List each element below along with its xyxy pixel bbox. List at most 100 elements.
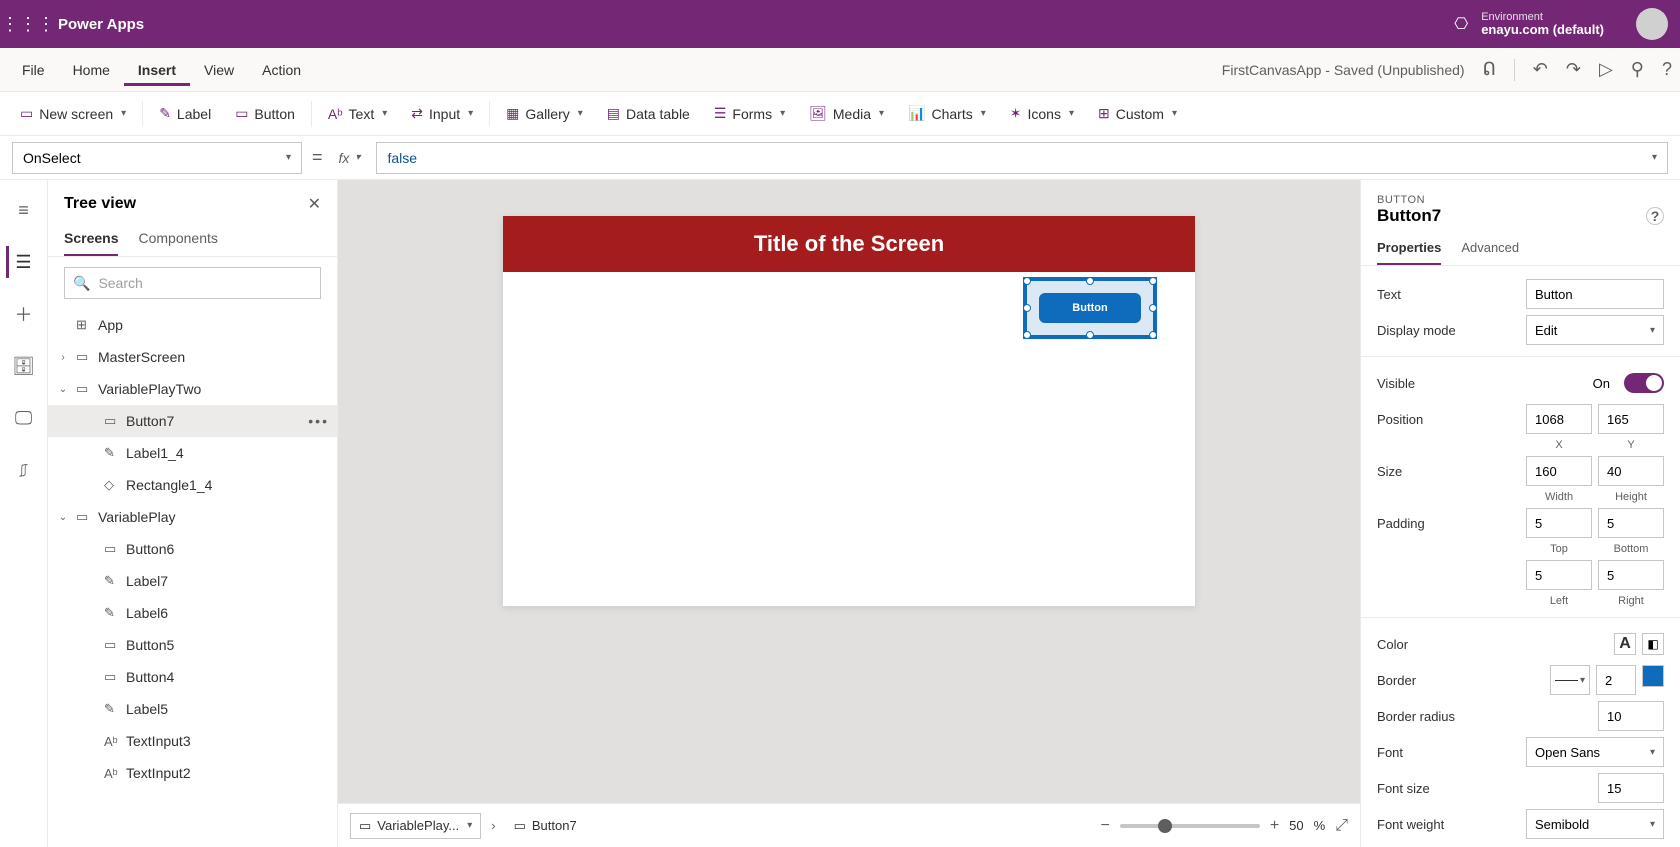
- breadcrumb-control[interactable]: ▭Button7: [506, 814, 585, 838]
- fit-screen-icon[interactable]: ⤢: [1335, 817, 1348, 835]
- tools-icon[interactable]: ⎎: [8, 454, 40, 486]
- prop-label-color: Color: [1377, 637, 1606, 652]
- property-selector[interactable]: OnSelect▾: [12, 142, 302, 174]
- insert-gallery-button[interactable]: ▦Gallery▾: [494, 99, 595, 128]
- prop-border-style[interactable]: ▾: [1550, 665, 1590, 695]
- prop-pad-top-input[interactable]: 5: [1526, 508, 1592, 538]
- menu-home[interactable]: Home: [59, 54, 124, 86]
- prop-pos-x-input[interactable]: 1068: [1526, 404, 1592, 434]
- resize-handle[interactable]: [1023, 331, 1031, 339]
- tree-item[interactable]: ›▭MasterScreen: [48, 341, 337, 373]
- insert-custom-button[interactable]: ⊞Custom▾: [1086, 99, 1189, 128]
- tree-item-label: Button5: [126, 637, 174, 653]
- tree-item[interactable]: ✎Label6: [48, 597, 337, 629]
- prop-border-color-swatch[interactable]: [1642, 665, 1664, 687]
- tab-properties[interactable]: Properties: [1377, 232, 1441, 265]
- prop-textcolor-swatch[interactable]: A: [1614, 633, 1636, 655]
- prop-text-input[interactable]: Button: [1526, 279, 1664, 309]
- breadcrumb-screen[interactable]: ▭VariablePlay...▾: [350, 813, 481, 839]
- more-icon[interactable]: •••: [308, 413, 329, 429]
- help-icon[interactable]: ?: [1646, 207, 1664, 225]
- user-avatar[interactable]: [1636, 8, 1668, 40]
- resize-handle[interactable]: [1023, 304, 1031, 312]
- insert-datatable-button[interactable]: ▤Data table: [595, 99, 702, 128]
- insert-icons-button[interactable]: ✶Icons▾: [998, 99, 1086, 128]
- resize-handle[interactable]: [1086, 277, 1094, 285]
- prop-pad-right-input[interactable]: 5: [1598, 560, 1664, 590]
- waffle-icon[interactable]: ⋮⋮⋮: [12, 8, 44, 40]
- tree-item[interactable]: ✎Label5: [48, 693, 337, 725]
- prop-pad-left-input[interactable]: 5: [1526, 560, 1592, 590]
- prop-borderradius-input[interactable]: 10: [1598, 701, 1664, 731]
- form-icon: ☰: [714, 105, 727, 122]
- prop-pos-y-input[interactable]: 165: [1598, 404, 1664, 434]
- insert-media-button[interactable]: 🖼Media▾: [797, 99, 896, 128]
- chevron-down-icon: ▾: [286, 152, 291, 163]
- icons-icon: ✶: [1010, 105, 1022, 122]
- prop-border-width-input[interactable]: 2: [1596, 665, 1636, 695]
- selected-button[interactable]: Button: [1023, 277, 1157, 339]
- tree-item[interactable]: ▭Button4: [48, 661, 337, 693]
- undo-icon[interactable]: ↶: [1533, 59, 1548, 80]
- environment-picker[interactable]: ⎔ Environment enayu.com (default): [1449, 11, 1604, 37]
- prop-width-input[interactable]: 160: [1526, 456, 1592, 486]
- insert-forms-button[interactable]: ☰Forms▾: [702, 99, 797, 128]
- insert-text-button[interactable]: AᵇText▾: [316, 100, 399, 128]
- preview-icon[interactable]: ▷: [1599, 59, 1613, 80]
- zoom-in-button[interactable]: +: [1270, 817, 1279, 835]
- tree-search-input[interactable]: 🔍 Search: [64, 267, 321, 299]
- zoom-out-button[interactable]: −: [1100, 817, 1109, 835]
- tab-components[interactable]: Components: [138, 222, 217, 256]
- redo-icon[interactable]: ↷: [1566, 59, 1581, 80]
- share-icon[interactable]: ⚲: [1631, 59, 1644, 80]
- prop-pad-bottom-input[interactable]: 5: [1598, 508, 1664, 538]
- tab-screens[interactable]: Screens: [64, 222, 118, 256]
- prop-fontsize-input[interactable]: 15: [1598, 773, 1664, 803]
- resize-handle[interactable]: [1023, 277, 1031, 285]
- help-icon[interactable]: ?: [1662, 59, 1672, 80]
- tree-item[interactable]: ✎Label7: [48, 565, 337, 597]
- menu-insert[interactable]: Insert: [124, 54, 190, 86]
- resize-handle[interactable]: [1149, 331, 1157, 339]
- formula-input[interactable]: false▾: [376, 142, 1668, 174]
- resize-handle[interactable]: [1086, 331, 1094, 339]
- new-screen-button[interactable]: ▭New screen▾: [8, 99, 138, 128]
- prop-height-input[interactable]: 40: [1598, 456, 1664, 486]
- tree-item[interactable]: AᵇTextInput3: [48, 725, 337, 757]
- menu-action[interactable]: Action: [248, 54, 315, 86]
- tree-view-icon[interactable]: ☰: [6, 246, 38, 278]
- resize-handle[interactable]: [1149, 304, 1157, 312]
- resize-handle[interactable]: [1149, 277, 1157, 285]
- prop-fontweight-select[interactable]: Semibold▾: [1526, 809, 1664, 839]
- menu-file[interactable]: File: [8, 54, 59, 86]
- add-icon[interactable]: ＋: [8, 298, 40, 330]
- insert-charts-button[interactable]: 📊Charts▾: [896, 99, 998, 128]
- prop-font-select[interactable]: Open Sans▾: [1526, 737, 1664, 767]
- tree-item[interactable]: ▭Button7•••: [48, 405, 337, 437]
- media-pane-icon[interactable]: 🖵: [8, 402, 40, 434]
- insert-button-button[interactable]: ▭Button: [223, 99, 307, 128]
- tree-app-node[interactable]: ⊞App: [48, 309, 337, 341]
- design-screen[interactable]: Title of the Screen Button: [503, 216, 1195, 606]
- tab-advanced[interactable]: Advanced: [1461, 232, 1519, 265]
- tree-item[interactable]: AᵇTextInput2: [48, 757, 337, 789]
- tree-item[interactable]: ▭Button6: [48, 533, 337, 565]
- insert-input-button[interactable]: ⇄Input▾: [399, 99, 485, 128]
- tree-item[interactable]: ▭Button5: [48, 629, 337, 661]
- tree-item-label: Label1_4: [126, 445, 184, 461]
- tree-item[interactable]: ⌄▭VariablePlayTwo: [48, 373, 337, 405]
- tree-item[interactable]: ◇Rectangle1_4: [48, 469, 337, 501]
- hamburger-icon[interactable]: ≡: [8, 194, 40, 226]
- fx-button[interactable]: fx▾: [333, 150, 367, 166]
- data-icon[interactable]: 🗄: [8, 350, 40, 382]
- menu-view[interactable]: View: [190, 54, 248, 86]
- prop-fillcolor-swatch[interactable]: ◧: [1642, 633, 1664, 655]
- close-icon[interactable]: ✕: [308, 194, 321, 214]
- tree-item[interactable]: ⌄▭VariablePlay: [48, 501, 337, 533]
- prop-visible-toggle[interactable]: [1624, 373, 1664, 393]
- app-checker-icon[interactable]: ᕠ: [1483, 59, 1496, 80]
- insert-label-button[interactable]: ✎Label: [147, 99, 223, 128]
- tree-item[interactable]: ✎Label1_4: [48, 437, 337, 469]
- prop-displaymode-select[interactable]: Edit▾: [1526, 315, 1664, 345]
- zoom-slider[interactable]: [1120, 824, 1260, 828]
